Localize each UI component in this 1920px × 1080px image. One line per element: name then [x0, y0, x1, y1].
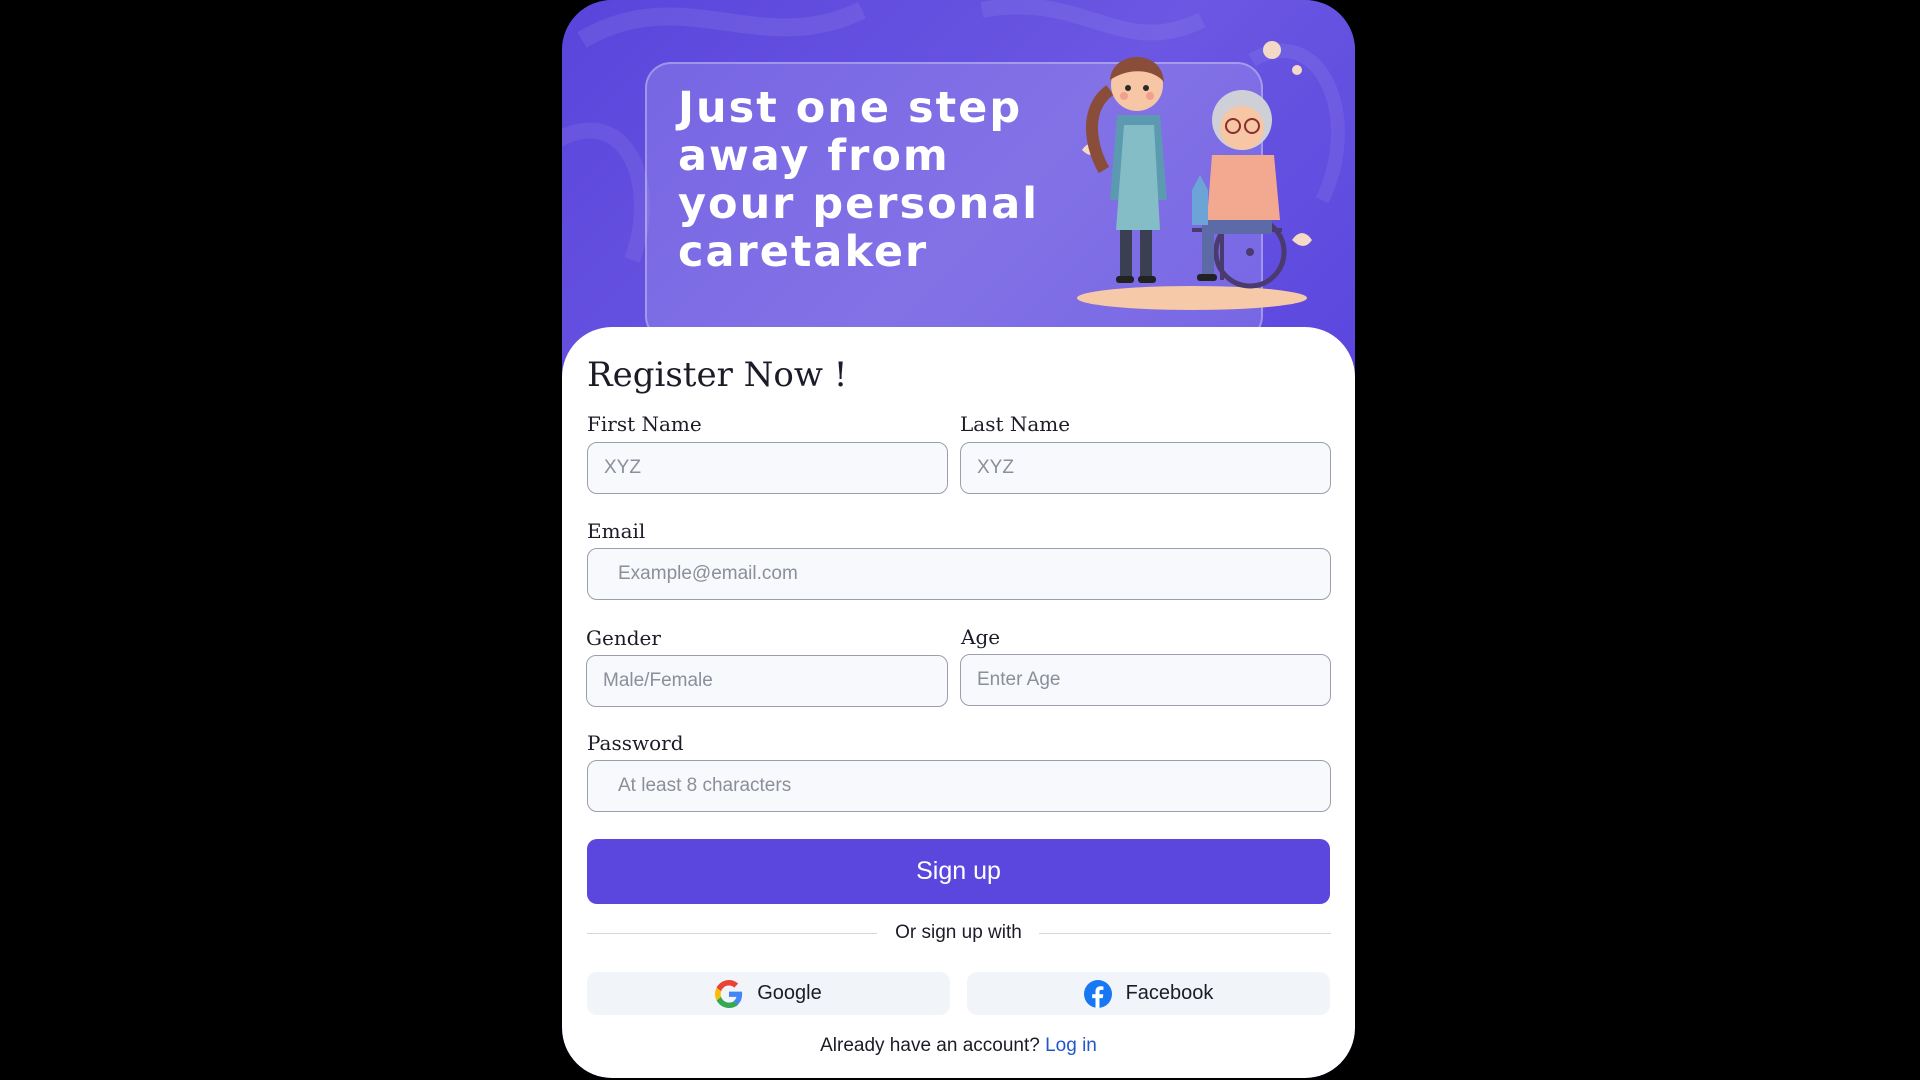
- sign-up-button[interactable]: Sign up: [587, 839, 1330, 904]
- form-title: Register Now !: [587, 355, 848, 395]
- password-input[interactable]: [587, 760, 1331, 812]
- google-logo-icon: [715, 979, 743, 1008]
- facebook-signup-button[interactable]: Facebook: [967, 972, 1330, 1015]
- gender-input[interactable]: [586, 655, 948, 707]
- first-name-input[interactable]: [587, 442, 948, 494]
- hero-title: Just one step away from your personal ca…: [678, 83, 1040, 277]
- login-prompt: Already have an account?: [820, 1035, 1040, 1056]
- facebook-label: Facebook: [1125, 982, 1214, 1004]
- caretaker-illustration: [1077, 41, 1312, 310]
- google-label: Google: [757, 982, 822, 1004]
- age-label: Age: [961, 625, 1001, 649]
- app-screen: Just one step away from your personal ca…: [562, 0, 1355, 1078]
- gender-label: Gender: [586, 626, 661, 650]
- first-name-label: First Name: [587, 412, 702, 436]
- login-link[interactable]: Log in: [1045, 1035, 1097, 1056]
- google-signup-button[interactable]: Google: [587, 972, 950, 1015]
- email-label: Email: [587, 519, 646, 543]
- divider-right: [1039, 933, 1331, 934]
- password-label: Password: [587, 731, 684, 755]
- age-input[interactable]: [960, 654, 1331, 706]
- facebook-logo-icon: [1083, 979, 1112, 1008]
- last-name-label: Last Name: [960, 412, 1071, 436]
- email-input[interactable]: [587, 548, 1331, 600]
- last-name-input[interactable]: [960, 442, 1331, 494]
- hero-banner: Just one step away from your personal ca…: [562, 0, 1355, 360]
- register-form: Register Now ! First Name Last Name Emai…: [562, 327, 1355, 1078]
- login-row: Already have an account? Log in: [562, 1035, 1355, 1057]
